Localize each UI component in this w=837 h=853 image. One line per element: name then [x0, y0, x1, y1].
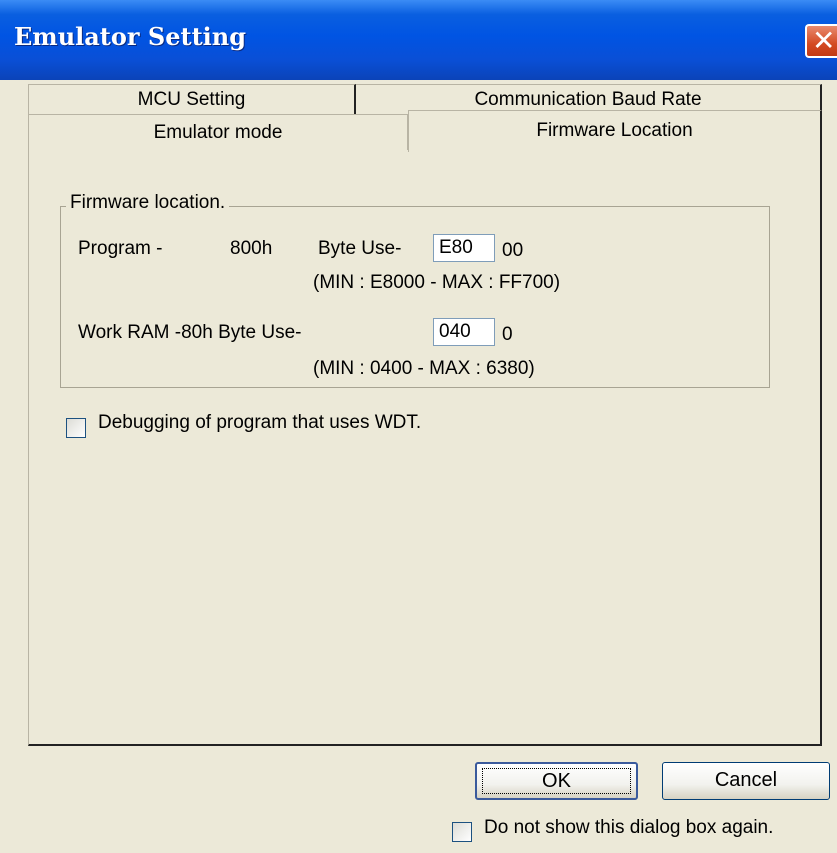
work-ram-address-suffix: 0	[502, 324, 513, 345]
title-bar: Emulator Setting ✕	[0, 0, 837, 80]
group-legend: Firmware location.	[66, 192, 230, 214]
program-byte-use-label: Byte Use-	[318, 238, 402, 259]
tab-emulator-mode[interactable]: Emulator mode	[28, 114, 408, 150]
work-ram-address-input[interactable]: 040	[433, 318, 495, 346]
cancel-button[interactable]: Cancel	[662, 762, 830, 800]
program-address-suffix: 00	[502, 240, 524, 261]
program-size: 800h	[230, 238, 273, 259]
program-address-input[interactable]: E80	[433, 234, 495, 262]
work-ram-range: (MIN : 0400 - MAX : 6380)	[313, 358, 535, 379]
work-ram-label: Work RAM -80h Byte Use-	[78, 322, 302, 343]
wdt-checkbox[interactable]	[66, 418, 86, 438]
ok-button[interactable]: OK	[475, 762, 638, 800]
dont-show-again-checkbox[interactable]	[452, 822, 472, 842]
tab-mcu-setting[interactable]: MCU Setting	[28, 84, 356, 114]
tab-firmware-location[interactable]: Firmware Location	[408, 110, 822, 152]
focus-rectangle	[482, 768, 631, 794]
close-button[interactable]: ✕	[805, 24, 837, 58]
program-range: (MIN : E8000 - MAX : FF700)	[313, 272, 561, 293]
wdt-checkbox-label[interactable]: Debugging of program that uses WDT.	[98, 412, 421, 434]
dont-show-again-label[interactable]: Do not show this dialog box again.	[484, 817, 773, 839]
window-title: Emulator Setting	[14, 22, 247, 51]
close-icon: ✕	[812, 24, 836, 57]
program-label: Program -	[78, 238, 163, 259]
